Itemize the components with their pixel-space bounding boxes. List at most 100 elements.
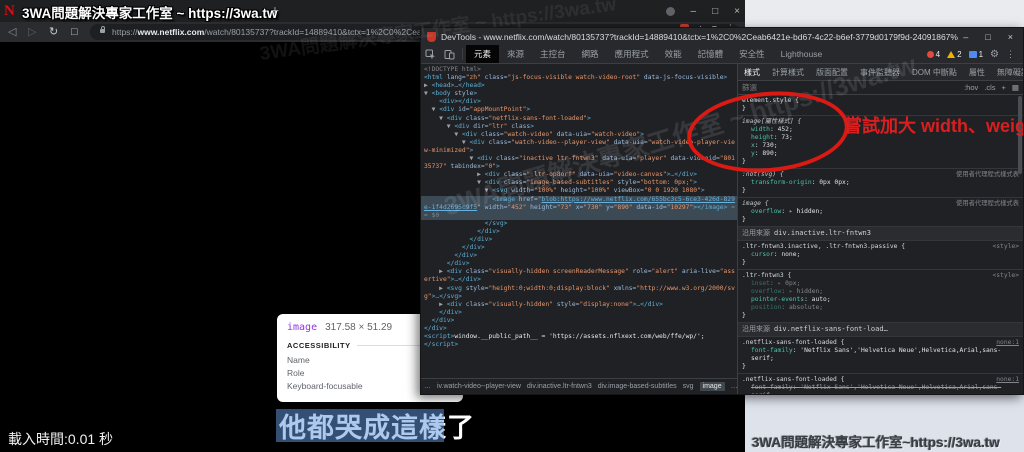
dom-tree-node[interactable]: </div> <box>424 260 736 268</box>
dom-tree-node[interactable]: ▶ <div class="visually-hidden" style="di… <box>424 301 736 309</box>
dom-tree-node[interactable]: ▼ <body style> <box>424 90 736 98</box>
styles-tab-1[interactable]: 樣式 <box>738 64 766 80</box>
breadcrumb-item[interactable]: div.inactive.ltr-fntwn3 <box>527 383 592 390</box>
devtools-tab-7[interactable]: 記憶體 <box>690 45 732 63</box>
styles-tab-3[interactable]: 版面配置 <box>810 64 854 80</box>
styles-filter-tool[interactable]: :hov <box>964 83 978 92</box>
devtools-tab-1[interactable]: 元素 <box>466 45 499 63</box>
new-tab-button[interactable]: + <box>266 1 284 19</box>
styles-filter-tool[interactable]: .cls <box>984 83 995 92</box>
error-count-badge[interactable]: 4 <box>927 50 940 59</box>
dom-tree-node[interactable]: </script> <box>424 341 736 349</box>
inherited-from-section[interactable]: 沿用來源div.netflix-sans-font-load… <box>738 323 1023 337</box>
devtools-window-controls: – □ × <box>963 32 1013 42</box>
tab-title[interactable]: 3WA問題解決專家工作室 ~ https://3wa.tw <box>22 2 277 22</box>
dom-tree-node[interactable]: </div> <box>424 228 736 236</box>
devtools-tab-8[interactable]: 安全性 <box>731 45 773 63</box>
issues-count-badge[interactable]: 1 <box>969 50 983 59</box>
dom-tree-node[interactable]: ▼ <div class="image-based-subtitles" sty… <box>424 179 736 187</box>
styles-tab-2[interactable]: 計算樣式 <box>766 64 810 80</box>
dom-tree-node[interactable]: </div> <box>424 252 736 260</box>
css-property[interactable]: cursor: none; <box>742 251 1019 259</box>
breadcrumb-item[interactable]: iv.watch-video--player-view <box>437 383 521 390</box>
dom-tree-node[interactable]: </div> <box>424 244 736 252</box>
bookmark-icon[interactable]: □ <box>71 25 78 39</box>
media-control-icon[interactable] <box>666 7 675 16</box>
css-rule[interactable]: .ltr-fntwn3 {<style>inset: ▸ 0px;overflo… <box>738 270 1023 323</box>
dom-tree-node[interactable]: <!DOCTYPE html> <box>424 66 736 74</box>
elements-panel: <!DOCTYPE html><html lang="zh" class="js… <box>421 64 738 394</box>
warning-icon <box>947 51 955 58</box>
dom-tree-node[interactable]: </div> <box>424 309 736 317</box>
css-property[interactable]: overflow: ▸ hidden; <box>742 208 1019 216</box>
styles-tab-6[interactable]: 屬性 <box>963 64 991 80</box>
reload-icon[interactable]: ↻ <box>49 25 58 39</box>
dom-tree-node[interactable]: ▶ <head>…</head> <box>424 82 736 90</box>
dom-tree-node[interactable]: <script>window.__public_path__ = 'https:… <box>424 333 736 341</box>
styles-tab-4[interactable]: 事件監聽器 <box>854 64 906 80</box>
breadcrumb-item[interactable]: image <box>700 382 725 391</box>
forward-icon[interactable]: ▷ <box>28 25 36 39</box>
breadcrumb-item[interactable]: … <box>424 383 431 390</box>
back-icon[interactable]: ◁ <box>8 25 16 39</box>
devtools-panel-tabs: 元素來源主控台網路應用程式效能記憶體安全性Lighthouse <box>466 45 830 63</box>
browser-window-controls: – □ × <box>666 0 740 22</box>
devtools-tab-9[interactable]: Lighthouse <box>773 45 831 63</box>
css-property[interactable]: font-family: 'Netflix Sans','Helvetica N… <box>742 384 1019 394</box>
css-rule[interactable]: .netflix-sans-font-loaded {none:1font-fa… <box>738 337 1023 374</box>
devtools-tab-5[interactable]: 應用程式 <box>607 45 657 63</box>
styles-tab-7[interactable]: 無障礙設定 <box>991 64 1024 80</box>
device-toolbar-icon[interactable] <box>444 49 455 60</box>
dom-tree-node[interactable]: </div> <box>424 236 736 244</box>
css-rule[interactable]: .netflix-sans-font-loaded {none:1font-fa… <box>738 374 1023 394</box>
devtools-tab-2[interactable]: 來源 <box>499 45 532 63</box>
dom-tree-node[interactable]: ▼ <div class="inactive ltr-fntwn3" data-… <box>424 155 736 171</box>
styles-filter-tool[interactable]: + <box>1002 83 1006 92</box>
css-property[interactable]: pointer-events: auto; <box>742 296 1019 304</box>
minimize-button[interactable]: – <box>691 6 697 17</box>
maximize-button[interactable]: □ <box>712 6 718 17</box>
devtools-tab-3[interactable]: 主控台 <box>532 45 574 63</box>
dom-tree-node[interactable]: <div></div> <box>424 98 736 106</box>
devtools-close-button[interactable]: × <box>1008 32 1013 42</box>
styles-sidebar-tabs: 樣式計算樣式版面配置事件監聽器DOM 中斷點屬性無障礙設定 <box>738 64 1023 81</box>
styles-tab-5[interactable]: DOM 中斷點 <box>906 64 963 80</box>
dom-tree-node-selected[interactable]: <image href="blob:https://www.netflix.co… <box>421 196 737 220</box>
dom-tree-node[interactable]: ▶ <svg style="height:0;width:0;display:b… <box>424 285 736 301</box>
devtools-tab-4[interactable]: 網路 <box>574 45 607 63</box>
breadcrumb-item[interactable]: … <box>731 383 737 390</box>
dom-tree-node[interactable]: ▶ <div class="visually-hidden screenRead… <box>424 268 736 284</box>
dom-tree-node[interactable]: </div> <box>424 317 736 325</box>
devtools-minimize-button[interactable]: – <box>963 32 968 42</box>
css-property[interactable]: font-family: 'Netflix Sans','Helvetica N… <box>742 347 1019 363</box>
css-rule[interactable]: image {使用者代理程式樣式表overflow: ▸ hidden;} <box>738 198 1023 227</box>
css-rule[interactable]: .ltr-fntwn3.inactive, .ltr-fntwn3.passiv… <box>738 241 1023 270</box>
inspect-element-icon[interactable] <box>425 49 436 60</box>
css-rule[interactable]: :not(svg) {使用者代理程式樣式表transform-origin: 0… <box>738 169 1023 198</box>
devtools-menu-icon[interactable]: ⋮ <box>1006 49 1015 60</box>
dom-tree-node[interactable]: ▼ <div id="appMountPoint"> <box>424 106 736 114</box>
netflix-favicon: N <box>4 3 15 19</box>
dom-tree: <!DOCTYPE html><html lang="zh" class="js… <box>421 64 737 378</box>
breadcrumb-item[interactable]: div.image-based-subtitles <box>598 383 677 390</box>
issues-icon <box>969 51 977 58</box>
dom-tree-node[interactable]: <html lang="zh" class="js-focus-visible … <box>424 74 736 82</box>
styles-filter-input[interactable]: 篩選 <box>742 82 757 93</box>
css-property[interactable]: transform-origin: 0px 0px; <box>742 179 1019 187</box>
dom-tree-node[interactable]: ▶ <div class=" ltr-op8orf" data-uia="vid… <box>424 171 736 179</box>
devtools-tab-6[interactable]: 效能 <box>657 45 690 63</box>
styles-filter-tool[interactable]: ▦ <box>1012 83 1019 92</box>
dom-tree-node[interactable]: </svg> <box>424 220 736 228</box>
css-property[interactable]: position: absolute; <box>742 304 1019 312</box>
breadcrumb-item[interactable]: svg <box>683 383 694 390</box>
dom-tree-node[interactable]: ▼ <svg width="100%" height="100%" viewBo… <box>424 187 736 195</box>
devtools-maximize-button[interactable]: □ <box>985 32 990 42</box>
devtools-settings-icon[interactable]: ⚙ <box>990 49 999 60</box>
css-property[interactable]: overflow: ▸ hidden; <box>742 288 1019 296</box>
dom-tree-node[interactable]: ▼ <div class="netflix-sans-font-loaded"> <box>424 115 736 123</box>
inherited-from-section[interactable]: 沿用來源div.inactive.ltr-fntwn3 <box>738 227 1023 241</box>
dom-tree-node[interactable]: </div> <box>424 325 736 333</box>
warning-count-badge[interactable]: 2 <box>947 50 961 59</box>
close-button[interactable]: × <box>734 6 740 17</box>
css-property[interactable]: inset: ▸ 0px; <box>742 280 1019 288</box>
